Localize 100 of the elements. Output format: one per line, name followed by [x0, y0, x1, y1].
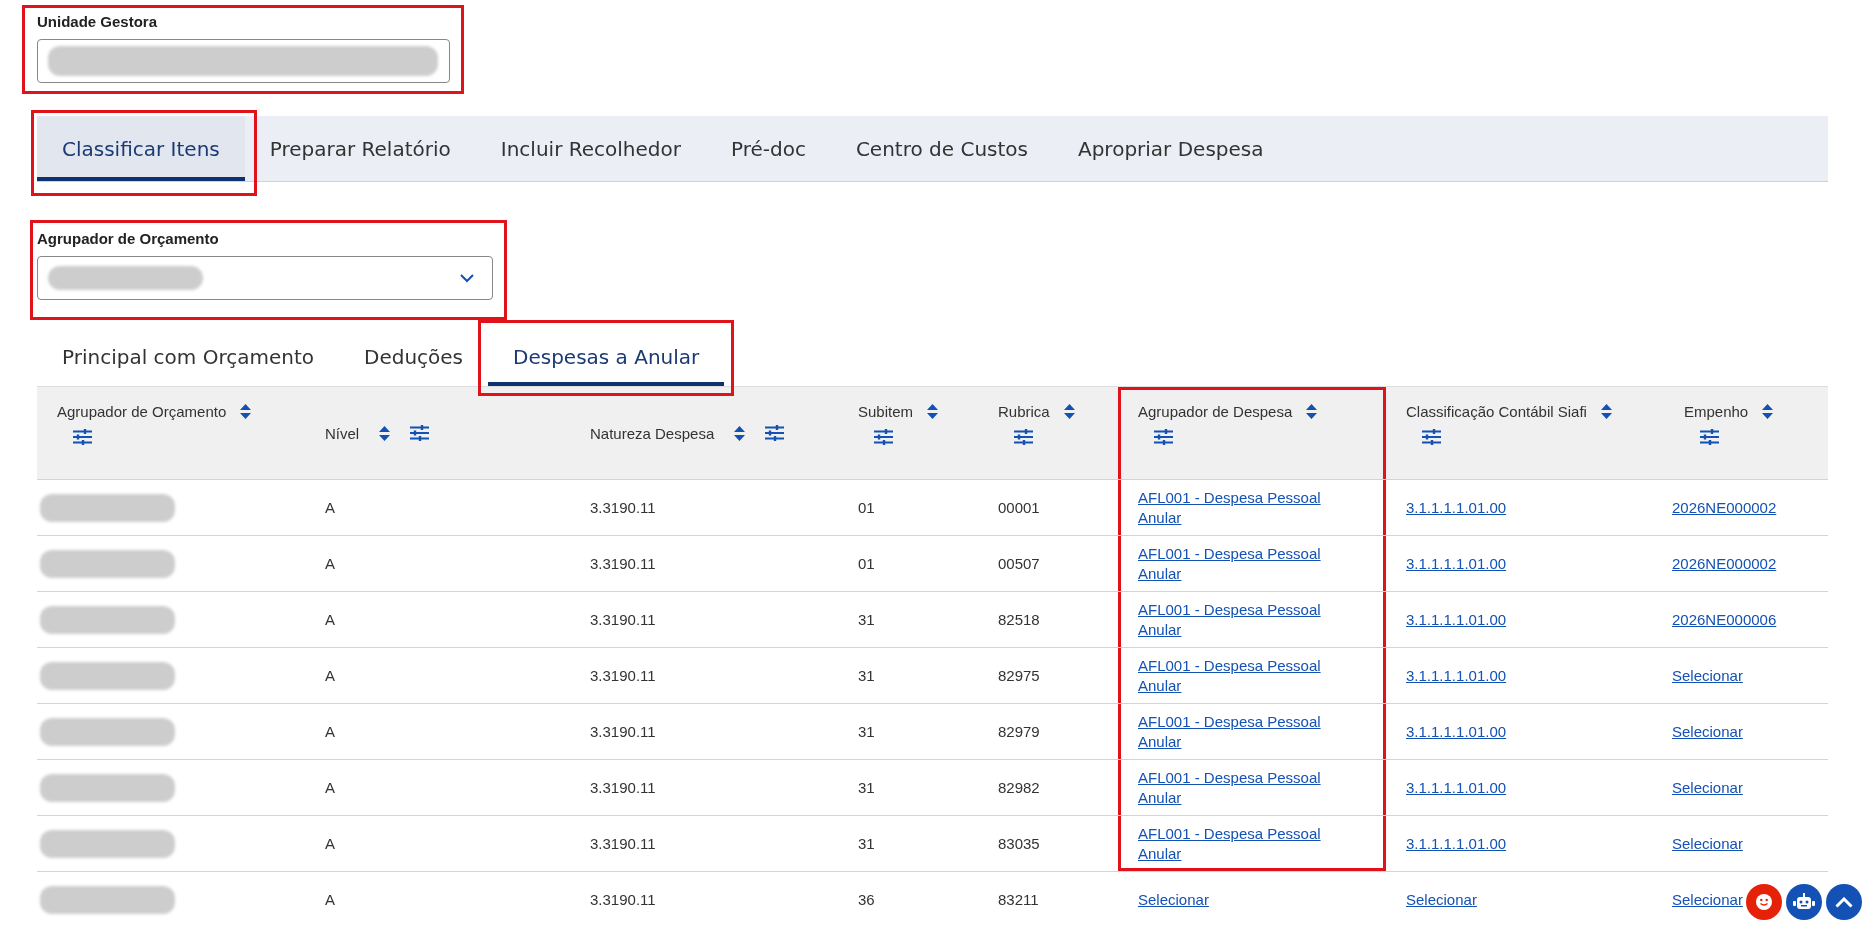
table-link[interactable]: Selecionar: [1672, 721, 1743, 742]
table-cell: A: [325, 611, 335, 628]
table-link[interactable]: AFL001 - Despesa Pessoal Anular: [1138, 544, 1338, 583]
table-cell: 3.3190.11: [590, 611, 656, 628]
table-cell: 31: [858, 779, 875, 796]
table-cell: 31: [858, 611, 875, 628]
filter-icon[interactable]: [1422, 429, 1441, 445]
sort-icon[interactable]: [1306, 404, 1318, 419]
column-title: Agrupador de Despesa: [1138, 403, 1293, 420]
table-cell: 01: [858, 499, 875, 516]
table-link[interactable]: 3.1.1.1.1.01.00: [1406, 777, 1507, 798]
filter-icon[interactable]: [765, 425, 785, 441]
table-cell: 3.3190.11: [590, 499, 656, 516]
table-cell: 3.3190.11: [590, 667, 656, 684]
smiley-icon: [1755, 893, 1773, 911]
column-title: Classificação Contábil Siafi: [1406, 403, 1587, 420]
table-link[interactable]: Selecionar: [1406, 889, 1477, 910]
column-title: Empenho: [1684, 403, 1749, 420]
sort-icon[interactable]: [240, 404, 252, 419]
table-cell: 36: [858, 891, 875, 908]
chevron-up-icon: [1835, 896, 1853, 908]
table-cell: A: [325, 835, 335, 852]
chevron-down-icon: [460, 273, 474, 283]
tab[interactable]: Deduções: [339, 328, 489, 386]
tab[interactable]: Apropriar Despesa: [1053, 116, 1289, 181]
sort-icon[interactable]: [1762, 404, 1774, 419]
table-link[interactable]: 3.1.1.1.1.01.00: [1406, 721, 1507, 742]
table-link[interactable]: AFL001 - Despesa Pessoal Anular: [1138, 768, 1338, 807]
tab[interactable]: Preparar Relatório: [244, 116, 476, 181]
table-cell: 82982: [998, 779, 1040, 796]
table-cell: 82518: [998, 611, 1040, 628]
table-link[interactable]: AFL001 - Despesa Pessoal Anular: [1138, 712, 1338, 751]
table-link[interactable]: Selecionar: [1672, 665, 1743, 686]
table-cell: A: [325, 555, 335, 572]
table-link[interactable]: 3.1.1.1.1.01.00: [1406, 497, 1507, 518]
tab[interactable]: Pré-doc: [705, 116, 831, 181]
table-cell: 31: [858, 667, 875, 684]
table-cell: 00001: [998, 499, 1040, 516]
field-label: Agrupador de Orçamento: [37, 230, 219, 247]
unit-field[interactable]: [37, 39, 450, 83]
sort-icon[interactable]: [927, 404, 939, 419]
table-link[interactable]: 3.1.1.1.1.01.00: [1406, 833, 1507, 854]
filter-icon[interactable]: [1154, 429, 1173, 445]
table-cell: 01: [858, 555, 875, 572]
sort-icon[interactable]: [379, 425, 391, 441]
feedback-button[interactable]: [1746, 884, 1782, 920]
filter-icon[interactable]: [410, 425, 430, 441]
column-title: Nível: [325, 424, 360, 442]
column-title: Rubrica: [998, 403, 1050, 420]
table-cell: 00507: [998, 555, 1040, 572]
table-cell: 83211: [998, 891, 1039, 908]
table-link[interactable]: AFL001 - Despesa Pessoal Anular: [1138, 656, 1338, 695]
table-cell: 3.3190.11: [590, 891, 656, 908]
table-link[interactable]: AFL001 - Despesa Pessoal Anular: [1138, 488, 1338, 527]
table-link[interactable]: 2026NE000002: [1672, 497, 1777, 518]
tab[interactable]: Classificar Itens: [37, 116, 245, 181]
budget-group-select[interactable]: [37, 256, 493, 300]
sort-icon[interactable]: [1600, 404, 1612, 419]
table-cell: 3.3190.11: [590, 555, 656, 572]
table-cell: A: [325, 667, 335, 684]
back-to-top-button[interactable]: [1826, 884, 1862, 920]
table-link[interactable]: 3.1.1.1.1.01.00: [1406, 665, 1507, 686]
table-cell: 3.3190.11: [590, 723, 656, 740]
tab[interactable]: Principal com Orçamento: [37, 328, 339, 386]
table-cell: A: [325, 499, 335, 516]
column-title: Natureza Despesa: [590, 424, 715, 442]
table-cell: 31: [858, 723, 875, 740]
table-link[interactable]: Selecionar: [1672, 889, 1743, 910]
filter-icon[interactable]: [874, 429, 893, 445]
table-link[interactable]: 2026NE000002: [1672, 553, 1777, 574]
tab[interactable]: Incluir Recolhedor: [475, 116, 706, 181]
table-link[interactable]: 3.1.1.1.1.01.00: [1406, 609, 1507, 630]
table-link[interactable]: 3.1.1.1.1.01.00: [1406, 553, 1507, 574]
sort-icon[interactable]: [734, 425, 746, 441]
robot-icon: [1793, 893, 1815, 911]
filter-icon[interactable]: [73, 429, 92, 445]
table-cell: 82975: [998, 667, 1040, 684]
table-link[interactable]: AFL001 - Despesa Pessoal Anular: [1138, 824, 1338, 863]
chatbot-button[interactable]: [1786, 884, 1822, 920]
table-cell: 3.3190.11: [590, 779, 656, 796]
table-link[interactable]: Selecionar: [1138, 889, 1209, 910]
table-link[interactable]: Selecionar: [1672, 833, 1743, 854]
column-title: Subitem: [858, 403, 914, 420]
table-cell: 3.3190.11: [590, 835, 656, 852]
field-label: Unidade Gestora: [37, 13, 158, 30]
table-cell: 31: [858, 835, 875, 852]
tab[interactable]: Centro de Custos: [830, 116, 1053, 181]
table-link[interactable]: 2026NE000006: [1672, 609, 1777, 630]
table-cell: A: [325, 891, 335, 908]
filter-icon[interactable]: [1014, 429, 1033, 445]
tab[interactable]: Despesas a Anular: [488, 328, 725, 386]
table-link[interactable]: AFL001 - Despesa Pessoal Anular: [1138, 600, 1338, 639]
table-cell: A: [325, 779, 335, 796]
table-link[interactable]: Selecionar: [1672, 777, 1743, 798]
filter-icon[interactable]: [1700, 429, 1719, 445]
table-cell: A: [325, 723, 335, 740]
column-title: Agrupador de Orçamento: [57, 403, 227, 420]
sort-icon[interactable]: [1063, 404, 1075, 419]
table-cell: 83035: [998, 835, 1040, 852]
table-cell: 82979: [998, 723, 1040, 740]
